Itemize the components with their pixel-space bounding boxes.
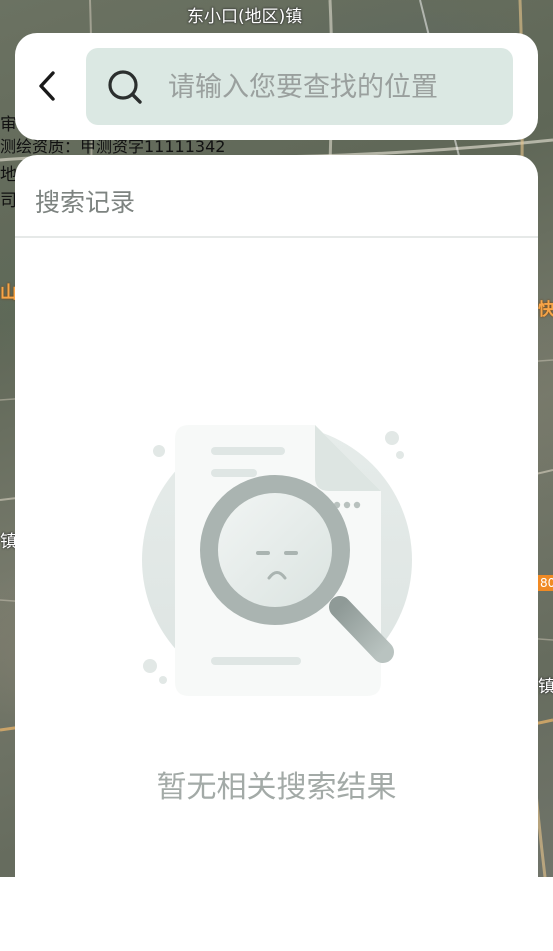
search-box[interactable] — [86, 48, 513, 127]
map-edge-label: 镇 — [538, 677, 553, 697]
map-road-label: 快 — [538, 300, 553, 320]
search-input[interactable] — [166, 48, 500, 127]
search-header — [15, 33, 538, 140]
empty-state-text: 暂无相关搜索结果 — [156, 770, 397, 805]
road-number-badge: 803 — [537, 575, 553, 591]
back-button[interactable] — [29, 63, 63, 109]
empty-search-illustration — [142, 425, 412, 696]
chevron-left-icon — [39, 71, 55, 101]
search-icon — [108, 70, 142, 104]
search-history-panel: 搜索记录 暂无相关搜索结果 — [15, 155, 538, 895]
history-title: 搜索记录 — [35, 188, 136, 217]
bottom-area — [0, 877, 553, 951]
map-place-label: 东小口(地区)镇 — [187, 7, 303, 27]
divider — [15, 236, 538, 238]
